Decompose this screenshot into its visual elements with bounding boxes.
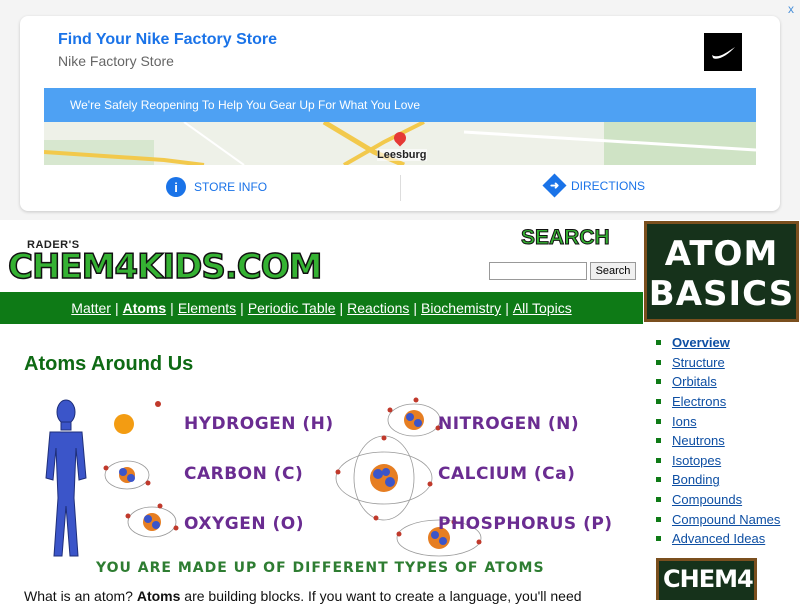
sidebar-item-electrons[interactable]: Electrons [656,392,780,412]
label-calcium: CALCIUM (Ca) [438,464,576,484]
ad-map[interactable]: Leesburg [44,122,756,165]
nav-matter[interactable]: Matter [71,300,111,316]
sidebar-item-compounds[interactable]: Compounds [656,490,780,510]
ad-reopening-banner[interactable]: We're Safely Reopening To Help You Gear … [44,88,756,122]
map-label: Leesburg [377,149,427,161]
nav-biochemistry[interactable]: Biochemistry [421,300,501,316]
sidebar-item-label[interactable]: Overview [672,335,730,350]
nav-separator: | [240,300,244,316]
label-carbon: CARBON (C) [184,464,304,484]
sidebar-item-label[interactable]: Bonding [672,472,720,487]
nav-separator: | [505,300,509,316]
sidebar-item-label[interactable]: Structure [672,355,725,370]
sidebar-item-label[interactable]: Ions [672,414,697,429]
sidebar-item-bonding[interactable]: Bonding [656,470,780,490]
chalkboard-line-1: ATOM [664,234,779,274]
sidebar-item-advanced-ideas[interactable]: Advanced Ideas [656,529,780,549]
search-heading: SEARCH [521,226,611,250]
nav-separator: | [413,300,418,316]
nav-periodic-table[interactable]: Periodic Table [248,300,336,316]
intro-bold-term: Atoms [136,588,181,604]
sidebar-item-label[interactable]: Isotopes [672,453,721,468]
nav-elements[interactable]: Elements [178,300,236,316]
store-info-label: STORE INFO [194,180,268,194]
ad-subtitle: Nike Factory Store [58,53,174,69]
ad-actions: i STORE INFO ➜ DIRECTIONS [20,169,780,205]
directions-label: DIRECTIONS [571,178,646,193]
nav-all-topics[interactable]: All Topics [513,300,572,316]
search-button[interactable]: Search [590,262,636,280]
ad-actions-divider [400,175,401,201]
chem4kids-chalkboard[interactable]: CHEM4KIDS [656,558,757,600]
ad-card[interactable]: Find Your Nike Factory Store Nike Factor… [20,16,780,211]
sidebar-item-isotopes[interactable]: Isotopes [656,451,780,471]
site-logo[interactable]: CHEM4KIDS.COM [7,246,323,288]
chem4kids-chalkboard-text: CHEM4KIDS [663,565,754,593]
ad-banner: x Find Your Nike Factory Store Nike Fact… [0,0,800,220]
nav-atoms[interactable]: Atoms [123,300,167,316]
sidebar-item-label[interactable]: Orbitals [672,374,717,389]
search-input[interactable] [489,262,587,280]
nike-logo-icon[interactable] [704,33,742,71]
label-nitrogen: NITROGEN (N) [438,414,580,434]
ad-close-icon[interactable]: x [788,2,794,16]
nav-reactions[interactable]: Reactions [347,300,409,316]
directions-icon: ➜ [542,173,567,198]
atom-basics-chalkboard[interactable]: ATOM BASICS [644,221,799,322]
chalkboard-line-2: BASICS [648,274,795,314]
main-nav: Matter | Atoms | Elements | Periodic Tab… [0,292,643,324]
nav-separator: | [170,300,174,316]
sidebar-item-label[interactable]: Advanced Ideas [672,531,765,546]
nav-separator: | [339,300,344,316]
site-header: RADER'S CHEM4KIDS.COM SEARCH Search [0,220,643,292]
atoms-around-us-illustration: HYDROGEN (H) NITROGEN (N) CARBON (C) CAL… [24,388,624,580]
sidebar-item-structure[interactable]: Structure [656,353,780,373]
sidebar-item-label[interactable]: Compound Names [672,512,780,527]
sidebar-item-label[interactable]: Neutrons [672,433,725,448]
intro-suffix: are building blocks. If you want to crea… [180,588,582,604]
intro-prefix: What is an atom? [24,588,137,604]
sidebar-item-orbitals[interactable]: Orbitals [656,372,780,392]
page-title: Atoms Around Us [24,353,194,375]
sidebar-topic-list: Overview Structure Orbitals Electrons Io… [656,333,780,549]
sidebar-item-overview[interactable]: Overview [656,333,780,353]
info-icon: i [166,177,186,197]
label-oxygen: OXYGEN (O) [184,514,304,534]
sidebar-item-neutrons[interactable]: Neutrons [656,431,780,451]
ad-title[interactable]: Find Your Nike Factory Store [58,31,277,49]
nav-separator: | [114,300,119,316]
intro-paragraph: What is an atom? Atoms are building bloc… [24,588,634,604]
sidebar-item-label[interactable]: Compounds [672,492,742,507]
illustration-caption: YOU ARE MADE UP OF DIFFERENT TYPES OF AT… [96,560,545,576]
sidebar-item-ions[interactable]: Ions [656,411,780,431]
label-phosphorus: PHOSPHORUS (P) [438,514,613,534]
label-hydrogen: HYDROGEN (H) [184,414,334,434]
sidebar-item-label[interactable]: Electrons [672,394,726,409]
sidebar-item-compound-names[interactable]: Compound Names [656,509,780,529]
directions-button[interactable]: ➜ DIRECTIONS [542,173,646,198]
store-info-button[interactable]: i STORE INFO [166,177,267,197]
